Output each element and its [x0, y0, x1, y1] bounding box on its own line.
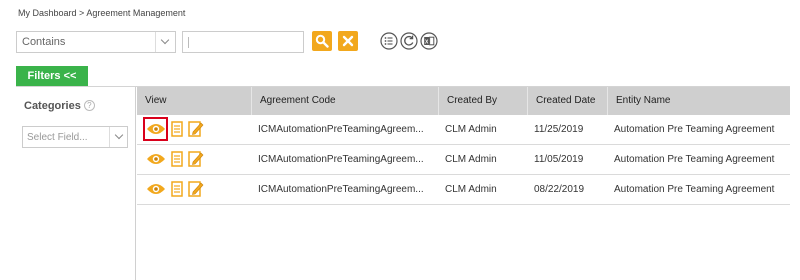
cell-created-by: CLM Admin — [445, 184, 497, 195]
grid-header-row: View Agreement Code Created By Created D… — [137, 87, 790, 115]
cell-entity-name: Automation Pre Teaming Agreement — [614, 184, 775, 195]
breadcrumb: My Dashboard > Agreement Management — [18, 8, 185, 18]
select-field-arrow[interactable] — [109, 127, 127, 147]
column-header-view[interactable]: View — [137, 87, 252, 115]
breadcrumb-separator: > — [79, 8, 85, 18]
search-input[interactable] — [182, 31, 304, 53]
cell-agreement-code: ICMAutomationPreTeamingAgreem... — [258, 124, 424, 135]
categories-heading: Categories? — [24, 100, 95, 112]
document-icon[interactable] — [171, 121, 183, 137]
cell-created-date: 08/22/2019 — [534, 184, 585, 195]
column-header-created-date[interactable]: Created Date — [528, 87, 608, 115]
cell-created-date: 11/05/2019 — [534, 154, 584, 165]
cell-created-by: CLM Admin — [445, 154, 497, 165]
agreements-grid: View Agreement Code Created By Created D… — [137, 87, 790, 205]
export-icon[interactable]: X — [420, 32, 438, 50]
breadcrumb-current: Agreement Management — [86, 8, 186, 18]
breadcrumb-home[interactable]: My Dashboard — [18, 8, 77, 18]
select-field-placeholder: Select Field... — [27, 132, 88, 143]
search-operator-dropdown[interactable] — [155, 32, 175, 52]
filters-toggle-button[interactable]: Filters << — [16, 66, 88, 86]
row-actions — [146, 150, 206, 170]
chevron-down-icon — [160, 35, 170, 45]
cell-entity-name: Automation Pre Teaming Agreement — [614, 124, 775, 135]
table-row: ICMAutomationPreTeamingAgreem... CLM Adm… — [137, 115, 790, 145]
document-icon[interactable] — [171, 151, 183, 167]
row-actions — [143, 117, 206, 141]
eye-icon[interactable] — [146, 182, 166, 196]
document-icon[interactable] — [171, 181, 183, 197]
chevron-down-icon — [114, 130, 124, 140]
table-row: ICMAutomationPreTeamingAgreem... CLM Adm… — [137, 175, 790, 205]
row-actions — [146, 180, 206, 200]
clear-icon — [342, 35, 354, 47]
column-header-created-by[interactable]: Created By — [439, 87, 528, 115]
search-operator-select[interactable]: Contains — [16, 31, 176, 53]
list-icon[interactable] — [380, 32, 398, 50]
search-button[interactable] — [312, 31, 332, 51]
select-field-dropdown[interactable]: Select Field... — [22, 126, 128, 148]
eye-icon[interactable] — [146, 122, 166, 136]
search-icon — [315, 34, 329, 48]
categories-label: Categories — [24, 100, 81, 112]
cell-agreement-code: ICMAutomationPreTeamingAgreem... — [258, 154, 424, 165]
refresh-icon[interactable] — [400, 32, 418, 50]
search-operator-value: Contains — [22, 36, 66, 48]
edit-icon[interactable] — [188, 150, 204, 168]
cell-entity-name: Automation Pre Teaming Agreement — [614, 154, 775, 165]
eye-icon[interactable] — [146, 152, 166, 166]
cell-created-by: CLM Admin — [445, 124, 497, 135]
edit-icon[interactable] — [188, 180, 204, 198]
cell-created-date: 11/25/2019 — [534, 124, 584, 135]
filters-sidebar: Categories? Select Field... — [16, 87, 136, 280]
help-icon[interactable]: ? — [83, 100, 95, 111]
column-header-agreement-code[interactable]: Agreement Code — [252, 87, 439, 115]
cell-agreement-code: ICMAutomationPreTeamingAgreem... — [258, 184, 424, 195]
column-header-entity-name[interactable]: Entity Name — [608, 87, 790, 115]
edit-icon[interactable] — [188, 120, 204, 138]
clear-button[interactable] — [338, 31, 358, 51]
table-row: ICMAutomationPreTeamingAgreem... CLM Adm… — [137, 145, 790, 175]
text-caret — [188, 37, 189, 48]
